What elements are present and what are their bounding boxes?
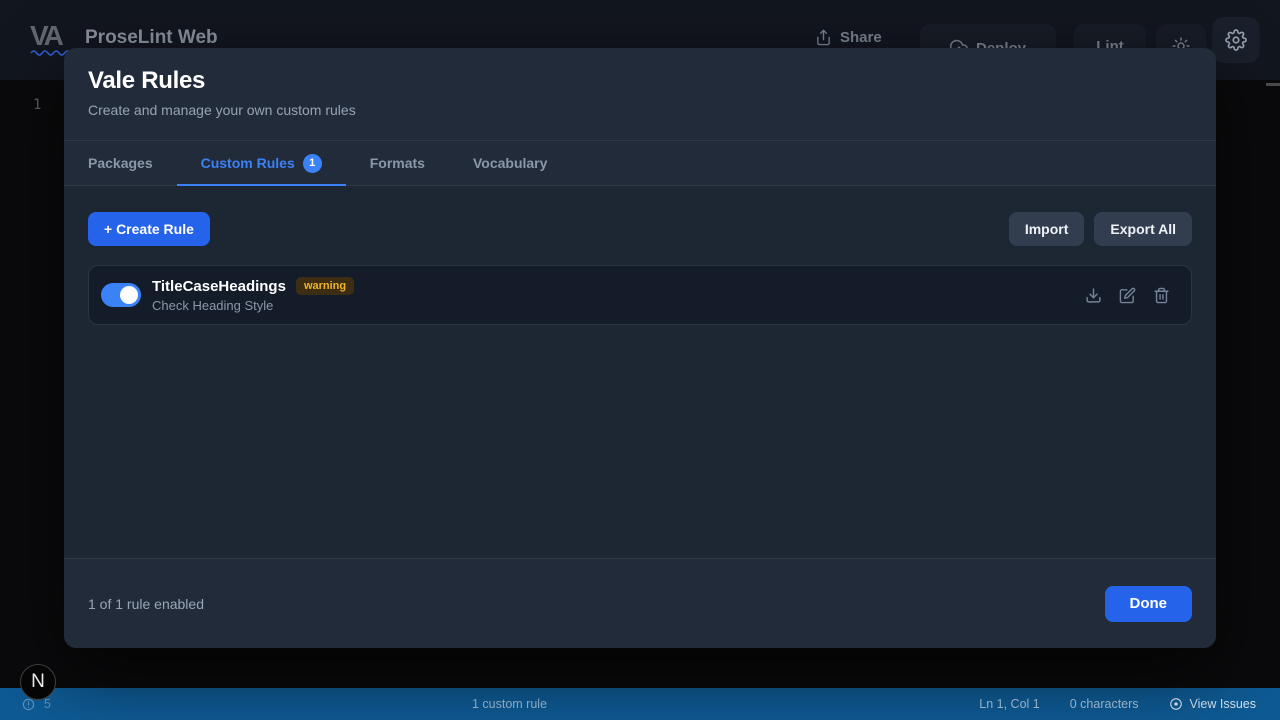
custom-rule-count: 1 custom rule [472, 688, 547, 720]
dialog-tabs: Packages Custom Rules 1 Formats Vocabula… [64, 140, 1216, 186]
character-count: 0 characters [1070, 697, 1139, 711]
rule-actions [1079, 281, 1175, 309]
tab-custom-rules-badge: 1 [303, 154, 322, 173]
create-rule-button[interactable]: + Create Rule [88, 212, 210, 246]
dialog-header: Vale Rules Create and manage your own cu… [64, 48, 1216, 140]
rule-name: TitleCaseHeadings [152, 278, 286, 295]
editor-line-number: 1 [33, 97, 41, 113]
share-icon [815, 29, 832, 46]
edit-icon [1119, 287, 1136, 304]
tab-vocabulary-label: Vocabulary [473, 155, 547, 171]
done-button[interactable]: Done [1105, 586, 1193, 622]
toggle-knob [120, 286, 138, 304]
export-all-button[interactable]: Export All [1094, 212, 1192, 246]
rules-toolbar: + Create Rule Import Export All [88, 212, 1192, 246]
vale-logo: VA [30, 20, 61, 52]
trash-icon [1153, 287, 1170, 304]
view-issues-label: View Issues [1190, 697, 1256, 711]
tab-custom-rules-label: Custom Rules [201, 155, 295, 171]
rule-info: TitleCaseHeadings warning Check Heading … [152, 277, 354, 313]
statusbar-right: Ln 1, Col 1 0 characters View Issues [979, 688, 1256, 720]
vale-rules-dialog: Vale Rules Create and manage your own cu… [64, 48, 1216, 648]
tab-packages[interactable]: Packages [64, 141, 177, 185]
download-icon [1085, 287, 1102, 304]
download-rule-button[interactable] [1079, 281, 1107, 309]
share-label: Share [840, 29, 882, 46]
tab-vocabulary[interactable]: Vocabulary [449, 141, 571, 185]
dialog-body: + Create Rule Import Export All TitleCas… [64, 186, 1216, 558]
tab-formats[interactable]: Formats [346, 141, 449, 185]
severity-badge: warning [296, 277, 354, 295]
eye-icon [1169, 697, 1183, 711]
app-title: ProseLint Web [85, 27, 218, 49]
rule-enabled-toggle[interactable] [101, 283, 141, 307]
edit-rule-button[interactable] [1113, 281, 1141, 309]
editor-scrollbar-thumb[interactable] [1266, 83, 1280, 86]
view-issues-button[interactable]: View Issues [1169, 697, 1256, 711]
dialog-subtitle: Create and manage your own custom rules [88, 102, 1192, 118]
gear-icon [1225, 29, 1247, 51]
screen: VA ProseLint Web Share Deploy Lint [0, 0, 1280, 720]
import-button[interactable]: Import [1009, 212, 1085, 246]
rule-row: TitleCaseHeadings warning Check Heading … [88, 265, 1192, 325]
delete-rule-button[interactable] [1147, 281, 1175, 309]
cursor-position: Ln 1, Col 1 [979, 697, 1039, 711]
rules-enabled-summary: 1 of 1 rule enabled [88, 596, 204, 612]
dialog-title: Vale Rules [88, 67, 1192, 95]
status-bar: 5 1 custom rule Ln 1, Col 1 0 characters… [0, 688, 1280, 720]
share-button[interactable]: Share [815, 29, 882, 46]
tab-custom-rules[interactable]: Custom Rules 1 [177, 141, 346, 185]
dev-tools-badge[interactable]: N [20, 664, 56, 700]
dialog-footer: 1 of 1 rule enabled Done [64, 558, 1216, 648]
tab-formats-label: Formats [370, 155, 425, 171]
tab-packages-label: Packages [88, 155, 153, 171]
settings-button[interactable] [1212, 17, 1260, 63]
rule-description: Check Heading Style [152, 298, 354, 313]
problems-count: 5 [44, 697, 51, 711]
